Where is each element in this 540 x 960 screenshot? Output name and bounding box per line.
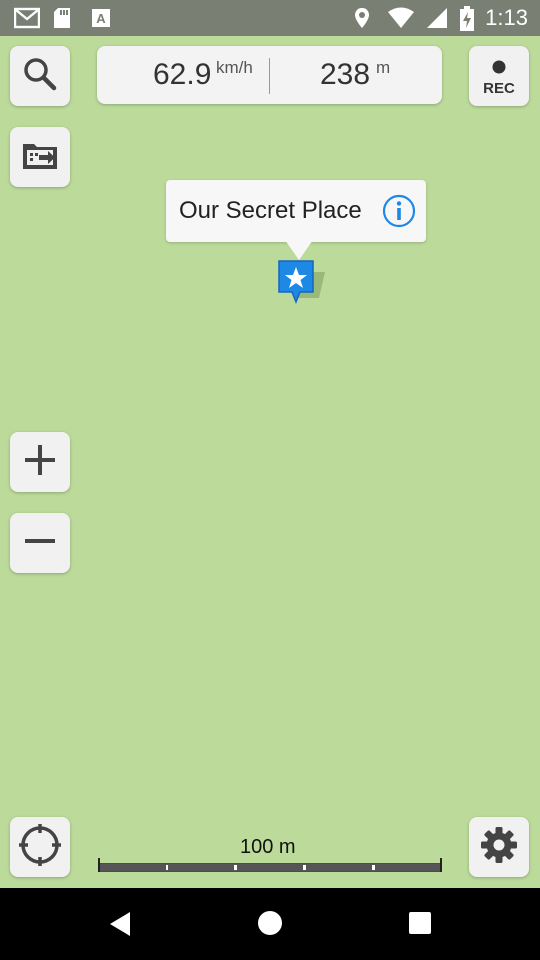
callout-pointer: [285, 240, 313, 260]
my-location-button[interactable]: [10, 817, 70, 877]
sd-card-icon: [52, 6, 76, 30]
record-label: REC: [483, 80, 515, 97]
gear-icon: [479, 825, 519, 870]
favorite-place-marker[interactable]: [274, 258, 326, 308]
gmail-icon: [13, 6, 41, 30]
folder-map-icon: [21, 139, 59, 176]
speed-altitude-panel[interactable]: 62.9 km/h 238 m: [97, 46, 442, 104]
status-right-icons: 1:13: [353, 4, 528, 32]
map-view[interactable]: [0, 36, 540, 888]
search-button[interactable]: [10, 46, 70, 106]
tracks-folder-button[interactable]: [10, 127, 70, 187]
back-icon[interactable]: [108, 910, 132, 943]
speed-unit: km/h: [216, 58, 253, 77]
place-callout[interactable]: Our Secret Place: [166, 180, 426, 242]
record-button[interactable]: REC: [469, 46, 529, 106]
navigation-bar: [0, 888, 540, 960]
speed-value: 62.9: [153, 58, 212, 91]
zoom-in-button[interactable]: [10, 432, 70, 492]
wifi-icon: [387, 6, 415, 30]
font-a-icon: A: [90, 6, 114, 30]
crosshair-icon: [18, 823, 62, 872]
location-pin-icon: [353, 6, 377, 30]
info-icon[interactable]: [382, 194, 416, 228]
panel-divider: [269, 58, 270, 94]
record-dot-icon: [492, 60, 506, 79]
minus-icon: [23, 524, 57, 563]
scale-bar: [98, 856, 442, 876]
home-icon[interactable]: [257, 910, 283, 941]
altitude-value: 238: [320, 58, 371, 91]
clock-time: 1:13: [485, 5, 528, 30]
recents-icon[interactable]: [408, 911, 432, 940]
status-left-icons: A: [13, 6, 114, 30]
zoom-out-button[interactable]: [10, 513, 70, 573]
cell-signal-icon: [425, 6, 449, 30]
altitude-unit: m: [376, 58, 391, 77]
place-title: Our Secret Place: [179, 197, 362, 224]
plus-icon: [23, 443, 57, 482]
status-bar: A 1:13: [0, 0, 540, 36]
search-icon: [22, 56, 58, 97]
battery-charging-icon: [459, 6, 475, 31]
svg-text:A: A: [96, 11, 106, 26]
settings-button[interactable]: [469, 817, 529, 877]
